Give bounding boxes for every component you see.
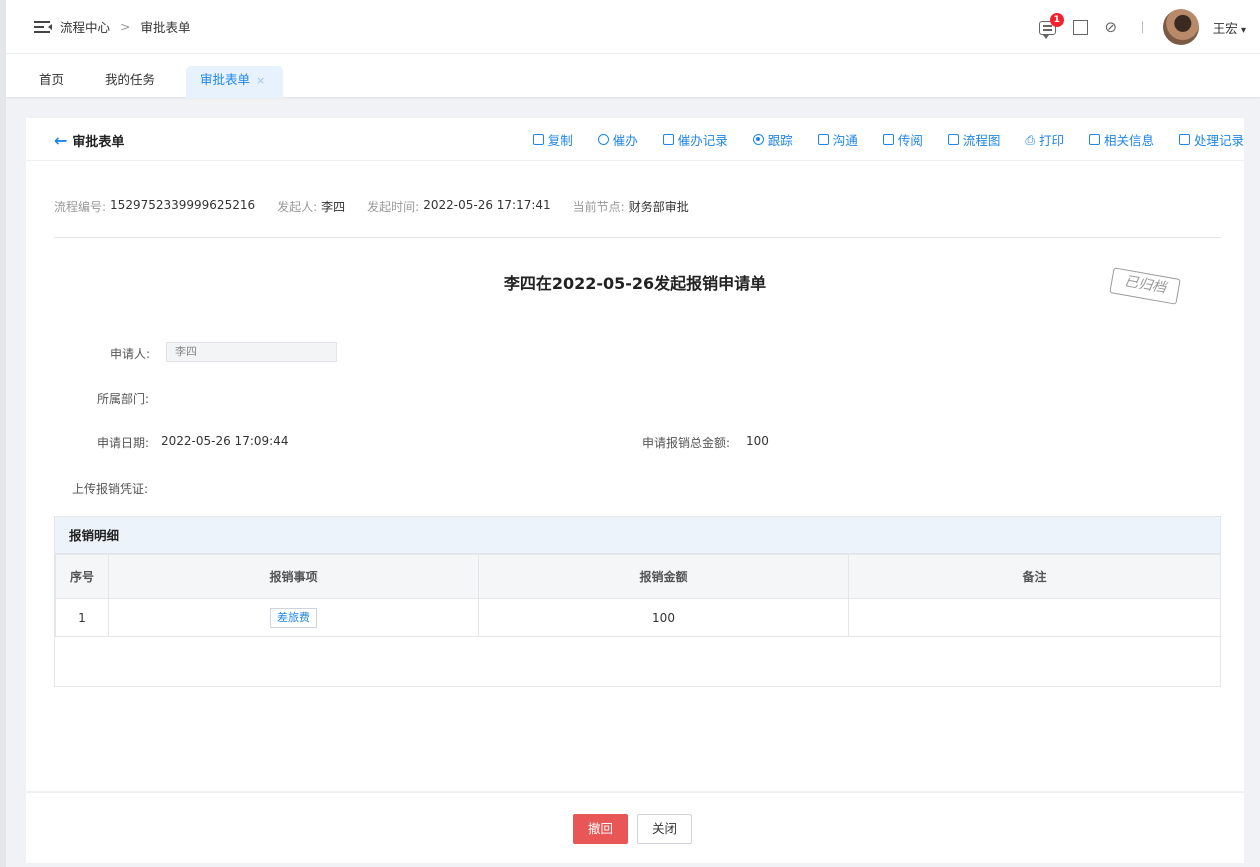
print-button[interactable]: ⎙ 打印 [1025,130,1064,149]
col-header-remark: 备注 [848,554,1221,599]
tab-home[interactable]: 首页 [39,66,64,98]
tab-approval-form[interactable]: 审批表单 × [186,66,283,98]
menu-toggle-icon[interactable] [34,20,52,34]
copy-button[interactable]: 复制 [532,130,573,149]
cell-remark [848,598,1221,637]
total-amount-label: 申请报销总金额: [642,436,731,450]
col-header-item: 报销事项 [108,554,479,599]
related-icon [1088,134,1100,145]
urge-button[interactable]: 催办 [597,130,638,149]
close-button[interactable]: 关闭 [637,814,693,844]
process-record-label: 处理记录 [1193,133,1244,148]
print-label: 打印 [1038,133,1064,148]
related-info-button[interactable]: 相关信息 [1088,130,1154,149]
fullscreen-icon[interactable] [1072,19,1088,35]
circulate-icon [882,134,894,145]
apply-date-label: 申请日期: [97,436,150,450]
breadcrumb-separator: > [120,19,131,34]
start-time-value: 2022-05-26 17:17:41 [423,198,551,212]
copy-label: 复制 [547,133,573,148]
top-header: 流程中心 > 审批表单 1 ⊘ 王宏 [6,0,1260,54]
revoke-button[interactable]: 撤回 [573,814,629,844]
initiator-value: 李四 [321,200,346,214]
table-row: 1 差旅费 100 [55,598,1221,637]
cell-amount: 100 [478,598,849,637]
track-icon [752,134,764,145]
chat-icon [817,134,829,145]
divider [54,237,1221,238]
header-divider [1141,21,1143,33]
applicant-label: 申请人: [110,347,151,361]
header-tools: 1 ⊘ 王宏 [1025,0,1260,54]
initiator-label: 发起人: [277,200,318,214]
circulate-button[interactable]: 传阅 [882,130,923,149]
eye-off-icon[interactable]: ⊘ [1102,18,1120,36]
process-record-button[interactable]: 处理记录 [1178,130,1244,149]
history-icon [1178,134,1190,145]
tab-approval-form-label: 审批表单 [200,72,251,87]
total-amount-value: 100 [746,434,769,448]
tab-bar: 首页 我的任务 审批表单 × [6,54,1260,98]
message-badge: 1 [1049,13,1064,27]
action-toolbar: 复制 催办 催办记录 跟踪 沟通 传阅 流程图 ⎙ 打印 相关信息 处理记录 [508,130,1244,149]
cell-item: 差旅费 [108,598,479,637]
left-strip [0,0,6,867]
footer-bar: 撤回 关闭 [26,792,1244,863]
record-icon [662,134,674,145]
col-header-amount: 报销金额 [478,554,849,599]
breadcrumb-item-approval-form: 审批表单 [140,20,191,35]
col-header-no: 序号 [55,554,109,599]
current-node-label: 当前节点: [572,200,625,214]
upload-voucher-label: 上传报销凭证: [72,482,149,496]
track-label: 跟踪 [767,133,793,148]
detail-table: 报销明细 序号 报销事项 报销金额 备注 1 差旅费 100 [54,516,1221,687]
urge-record-label: 催办记录 [677,133,728,148]
tab-my-tasks[interactable]: 我的任务 [105,66,155,98]
apply-date-value: 2022-05-26 17:09:44 [161,434,289,448]
copy-icon [532,134,544,145]
breadcrumb: 流程中心 > 审批表单 [60,17,191,36]
detail-grid: 序号 报销事项 报销金额 备注 1 差旅费 100 [55,554,1221,637]
detail-table-title: 报销明细 [55,517,1220,554]
communicate-button[interactable]: 沟通 [817,130,858,149]
user-menu[interactable]: 王宏 [1213,18,1246,37]
communicate-label: 沟通 [832,133,858,148]
print-icon: ⎙ [1025,132,1035,147]
cell-no: 1 [55,598,109,637]
flowchart-icon [947,134,959,145]
start-time-label: 发起时间: [367,200,420,214]
back-button[interactable]: ← 审批表单 [54,131,124,150]
flowchart-button[interactable]: 流程图 [947,130,1001,149]
form-card: ← 审批表单 复制 催办 催办记录 跟踪 沟通 传阅 流程图 ⎙ 打印 相关信息 … [26,118,1244,791]
process-meta: 流程编号: 1529752339999625216 发起人: 李四 发起时间: 202… [54,198,711,215]
arrow-left-icon: ← [54,131,68,150]
avatar[interactable] [1162,9,1199,45]
card-header: ← 审批表单 复制 催办 催办记录 跟踪 沟通 传阅 流程图 ⎙ 打印 相关信息 … [26,118,1244,161]
current-node-value: 财务部审批 [628,200,689,214]
alarm-icon [597,134,609,145]
department-label: 所属部门: [97,392,150,406]
process-no-value: 1529752339999625216 [110,198,256,212]
urge-label: 催办 [612,133,638,148]
message-icon[interactable]: 1 [1038,13,1064,39]
track-button[interactable]: 跟踪 [752,130,793,149]
breadcrumb-item-process-center[interactable]: 流程中心 [60,17,110,36]
related-info-label: 相关信息 [1103,133,1154,148]
urge-record-button[interactable]: 催办记录 [662,130,728,149]
page-title: 审批表单 [72,135,125,150]
flowchart-label: 流程图 [962,133,1001,148]
circulate-label: 传阅 [897,133,923,148]
form-title: 李四在2022-05-26发起报销申请单 [503,274,767,293]
process-no-label: 流程编号: [54,200,107,214]
item-tag: 差旅费 [270,607,317,628]
applicant-field: 李四 [166,342,337,362]
tab-close-icon[interactable]: × [256,74,265,87]
